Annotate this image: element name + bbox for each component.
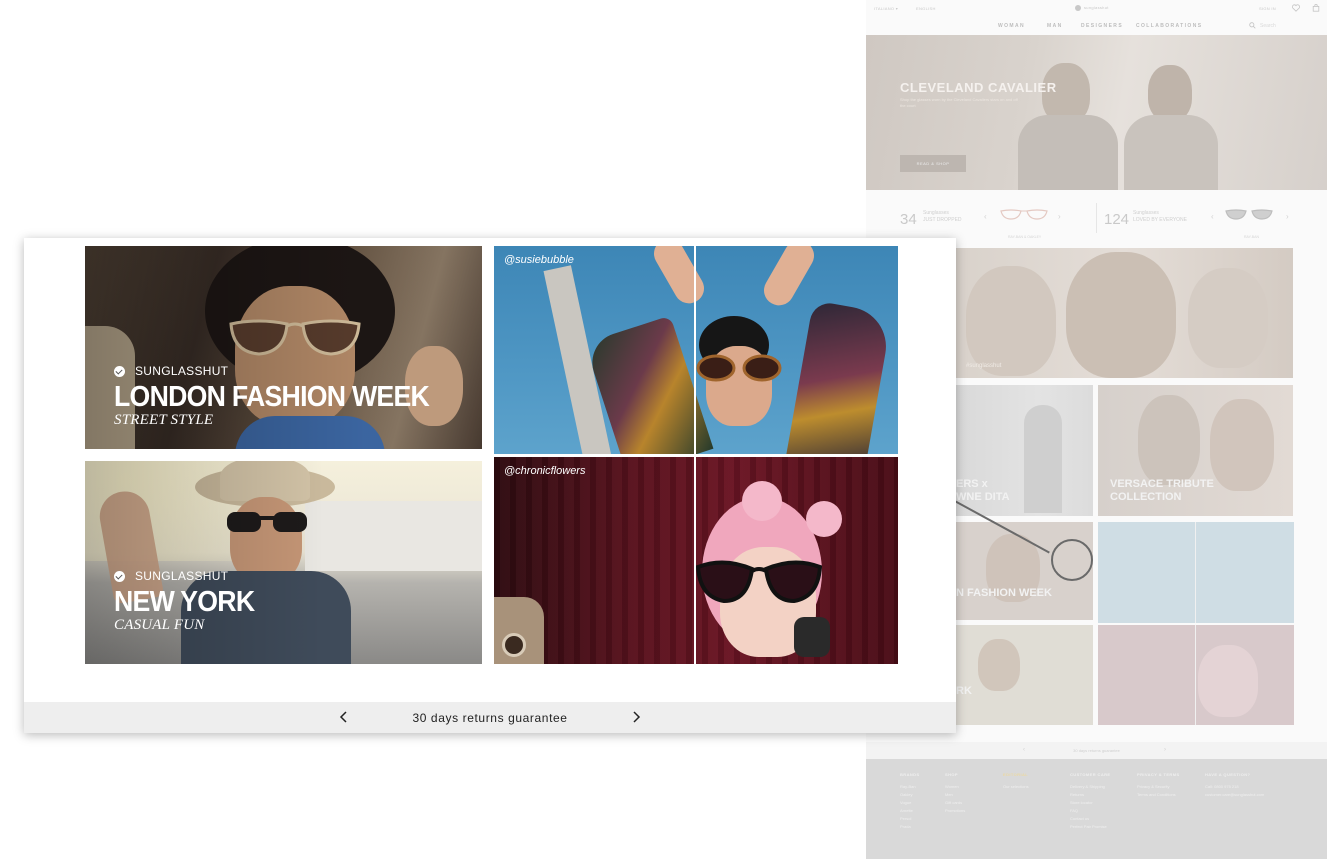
stat-caption: RAY-BAN & OAKLEY [1008, 235, 1042, 239]
nav-item-woman[interactable]: WOMAN [998, 23, 1025, 29]
tile-brand: SUNGLASSHUT [135, 364, 229, 378]
footer-col-question: HAVE A QUESTION? Call: 0800 975 218 cust… [1205, 772, 1265, 797]
stat-caption: RAY-BAN [1244, 235, 1259, 239]
tile-susiebubble[interactable]: @susiebubble [494, 246, 898, 454]
instagram-handle: @susiebubble [504, 254, 574, 266]
tile-newyork[interactable]: RK [956, 625, 1093, 725]
search-icon[interactable] [1249, 22, 1256, 31]
grid-divider [494, 454, 898, 457]
heart-icon[interactable] [1292, 4, 1300, 13]
tile-title: NEW YORK [114, 586, 255, 618]
main-nav: WOMAN MAN DESIGNERS COLLABORATIONS Searc… [866, 17, 1327, 35]
footer-col-editorial: EDITORIAL Our selections [1003, 772, 1029, 789]
check-circle-icon [114, 365, 125, 377]
sunglasses-thumb[interactable] [999, 207, 1049, 221]
chevron-right-icon[interactable]: › [1164, 747, 1166, 753]
sunglasses-graphic [696, 354, 782, 382]
stat-label: JUST DROPPED [923, 217, 962, 223]
chevron-left-icon[interactable]: ‹ [1211, 212, 1214, 221]
logo-dot-icon [1075, 5, 1081, 11]
returns-bar: ‹ 30 days returns guarantee › [866, 742, 1327, 759]
returns-bar: 30 days returns guarantee [24, 702, 956, 733]
tile-subtitle: STREET STYLE [114, 412, 214, 428]
footer-col-shop: SHOP Women Men Gift cards Promotions [945, 772, 966, 813]
zoom-panel: SUNGLASSHUT LONDON FASHION WEEK STREET S… [24, 238, 956, 733]
tile-chronicflowers[interactable] [1098, 625, 1294, 725]
hero-title: CLEVELAND CAVALIER [900, 80, 1057, 95]
stat-label: Sunglasses [1133, 210, 1159, 216]
instagram-banner[interactable] [956, 248, 1293, 378]
banner-caption: #sunglasshut [966, 363, 1002, 369]
tile-chronicflowers[interactable]: @chronicflowers [494, 457, 898, 664]
hero-subtitle: Shop the glasses worn by the Cleveland C… [900, 97, 1018, 108]
hero-banner: CLEVELAND CAVALIER Shop the glasses worn… [866, 35, 1327, 190]
nav-item-designers[interactable]: DESIGNERS [1081, 23, 1123, 29]
tile-collab[interactable]: ERS x WNE DITA [956, 385, 1093, 516]
top-bar: ITALIANO ▾ ENGLISH sunglasshut SIGN IN [866, 0, 1327, 17]
sunglasses-thumb[interactable] [1224, 207, 1274, 221]
language-selector[interactable]: ENGLISH [916, 6, 936, 11]
tile-subtitle: CASUAL FUN [114, 617, 205, 633]
signin-link[interactable]: SIGN IN [1259, 6, 1276, 11]
search-input[interactable]: Search [1260, 23, 1276, 29]
chevron-right-icon[interactable]: › [1058, 212, 1061, 221]
stat-count: 124 [1104, 211, 1130, 228]
footer: BRANDS Ray-Ban Oakley Vogue Arnette Pers… [866, 759, 1327, 859]
magnifier-circle [1051, 539, 1093, 581]
stat-label: LOVED BY EVERYONE [1133, 217, 1188, 223]
footer-col-privacy: PRIVACY & TERMS Privacy & Security Terms… [1137, 772, 1180, 797]
check-circle-icon [114, 570, 125, 582]
stat-label: Sunglasses [923, 210, 949, 216]
chevron-right-icon[interactable] [626, 706, 646, 728]
sunglasses-graphic [695, 560, 823, 604]
nav-item-collaborations[interactable]: COLLABORATIONS [1136, 23, 1202, 29]
hero-read-shop-button[interactable]: READ & SHOP [900, 155, 966, 172]
tile-susiebubble[interactable] [1098, 522, 1294, 623]
footer-col-customer-care: CUSTOMER CARE Delivery & Shipping Return… [1070, 772, 1111, 829]
returns-text: 30 days returns guarantee [412, 711, 568, 725]
tile-new-york[interactable]: SUNGLASSHUT NEW YORK CASUAL FUN [85, 461, 482, 664]
instagram-handle: @chronicflowers [504, 465, 586, 477]
tile-brand: SUNGLASSHUT [135, 569, 229, 583]
footer-col-brands: BRANDS Ray-Ban Oakley Vogue Arnette Pers… [900, 772, 920, 829]
chevron-right-icon[interactable]: › [1286, 212, 1289, 221]
tile-title: LONDON FASHION WEEK [114, 381, 430, 413]
country-selector[interactable]: ITALIANO ▾ [874, 6, 898, 11]
chevron-left-icon[interactable]: ‹ [984, 212, 987, 221]
bag-icon[interactable] [1312, 4, 1320, 13]
tile-versace[interactable]: VERSACE TRIBUTE COLLECTION [1098, 385, 1293, 516]
stat-count: 34 [900, 211, 917, 228]
tile-london-fashion-week[interactable]: SUNGLASSHUT LONDON FASHION WEEK STREET S… [85, 246, 482, 449]
nav-item-man[interactable]: MAN [1047, 23, 1063, 29]
